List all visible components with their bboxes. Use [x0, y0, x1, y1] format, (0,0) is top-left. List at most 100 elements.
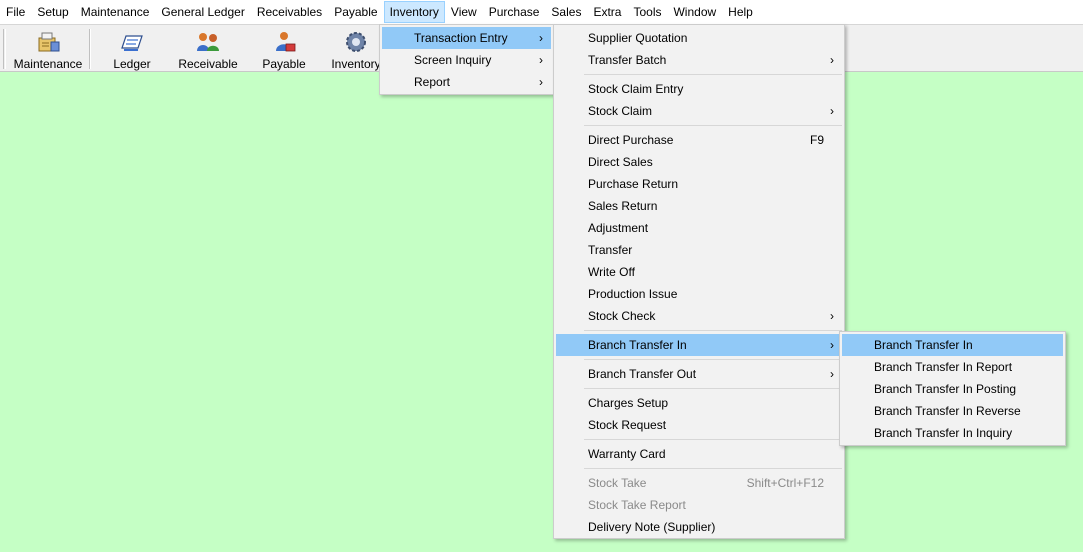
- menu-extra[interactable]: Extra: [587, 1, 627, 23]
- menu-item-transfer[interactable]: Transfer: [556, 239, 842, 261]
- menu-item-label: Sales Return: [588, 199, 658, 213]
- menu-item-branch-transfer-in-report[interactable]: Branch Transfer In Report: [842, 356, 1063, 378]
- toolbar-ledger-label: Ledger: [113, 57, 151, 71]
- toolbar-receivable-label: Receivable: [178, 57, 238, 71]
- toolbar-inventory-button[interactable]: Inventory: [328, 27, 384, 71]
- chevron-right-icon: ›: [830, 309, 834, 323]
- menu-item-stock-claim-entry[interactable]: Stock Claim Entry: [556, 78, 842, 100]
- menu-item-label: Charges Setup: [588, 396, 669, 410]
- menu-item-supplier-quotation[interactable]: Supplier Quotation: [556, 27, 842, 49]
- chevron-right-icon: ›: [539, 75, 543, 89]
- chevron-right-icon: ›: [830, 338, 834, 352]
- maintenance-icon: [38, 32, 60, 52]
- menu-item-label: Warranty Card: [588, 447, 666, 461]
- chevron-right-icon: ›: [830, 367, 834, 381]
- menu-item-label: Branch Transfer Out: [588, 367, 697, 381]
- menu-item-label: Supplier Quotation: [588, 31, 688, 45]
- menu-item-delivery-note-supplier[interactable]: Delivery Note (Supplier): [556, 516, 842, 538]
- menu-window[interactable]: Window: [667, 1, 722, 23]
- menu-item-production-issue[interactable]: Production Issue: [556, 283, 842, 305]
- menu-inventory[interactable]: Inventory: [383, 1, 445, 23]
- menu-item-sales-return[interactable]: Sales Return: [556, 195, 842, 217]
- menu-item-label: Transaction Entry: [414, 31, 508, 45]
- menu-item-label: Stock Take Report: [588, 498, 686, 512]
- menu-separator: [584, 125, 842, 126]
- menu-item-branch-transfer-in-entry[interactable]: Branch Transfer In: [842, 334, 1063, 356]
- menu-maintenance[interactable]: Maintenance: [75, 1, 156, 23]
- toolbar-receivable-button[interactable]: Receivable: [174, 27, 242, 71]
- menu-item-label: Branch Transfer In Inquiry: [874, 426, 1013, 440]
- menu-sales[interactable]: Sales: [545, 1, 587, 23]
- menu-item-purchase-return[interactable]: Purchase Return: [556, 173, 842, 195]
- menu-item-branch-transfer-out[interactable]: Branch Transfer Out ›: [556, 363, 842, 385]
- menu-separator: [584, 439, 842, 440]
- menu-separator: [584, 468, 842, 469]
- menu-tools[interactable]: Tools: [627, 1, 667, 23]
- menu-item-warranty-card[interactable]: Warranty Card: [556, 443, 842, 465]
- menu-item-branch-transfer-in[interactable]: Branch Transfer In ›: [556, 334, 842, 356]
- menu-item-label: Branch Transfer In Posting: [874, 382, 1017, 396]
- ledger-icon: [121, 35, 143, 51]
- menu-item-label: Direct Sales: [588, 155, 653, 169]
- toolbar-maintenance-button[interactable]: Maintenance: [10, 27, 86, 71]
- menu-file[interactable]: File: [0, 1, 31, 23]
- menu-item-report[interactable]: Report ›: [382, 71, 551, 93]
- menu-purchase[interactable]: Purchase: [483, 1, 546, 23]
- menu-item-branch-transfer-in-posting[interactable]: Branch Transfer In Posting: [842, 378, 1063, 400]
- menu-item-direct-purchase[interactable]: Direct Purchase F9: [556, 129, 842, 151]
- menu-item-adjustment[interactable]: Adjustment: [556, 217, 842, 239]
- chevron-right-icon: ›: [830, 53, 834, 67]
- menu-item-label: Transfer Batch: [588, 53, 667, 67]
- menu-item-stock-take[interactable]: Stock Take Shift+Ctrl+F12: [556, 472, 842, 494]
- menu-item-stock-take-report[interactable]: Stock Take Report: [556, 494, 842, 516]
- toolbar-grip[interactable]: [3, 29, 6, 69]
- chevron-right-icon: ›: [830, 104, 834, 118]
- chevron-right-icon: ›: [539, 53, 543, 67]
- toolbar-maintenance-label: Maintenance: [13, 57, 83, 71]
- menu-item-stock-request[interactable]: Stock Request: [556, 414, 842, 436]
- shortcut-label: F9: [809, 133, 824, 147]
- menu-item-label: Stock Claim: [588, 104, 653, 118]
- menu-item-label: Write Off: [588, 265, 635, 279]
- menu-item-write-off[interactable]: Write Off: [556, 261, 842, 283]
- menu-item-stock-check[interactable]: Stock Check ›: [556, 305, 842, 327]
- chevron-right-icon: ›: [539, 31, 543, 45]
- toolbar-inventory-label: Inventory: [331, 57, 381, 71]
- menu-item-label: Delivery Note (Supplier): [588, 520, 716, 534]
- shortcut-label: Shift+Ctrl+F12: [746, 476, 824, 490]
- menu-receivables[interactable]: Receivables: [251, 1, 328, 23]
- menu-separator: [584, 330, 842, 331]
- menu-item-label: Stock Check: [588, 309, 656, 323]
- menu-item-label: Transfer: [588, 243, 633, 257]
- menu-help[interactable]: Help: [722, 1, 759, 23]
- menu-payable[interactable]: Payable: [328, 1, 383, 23]
- menu-item-label: Adjustment: [588, 221, 649, 235]
- transaction-entry-menu: Supplier Quotation Transfer Batch › Stoc…: [553, 24, 845, 539]
- menu-item-direct-sales[interactable]: Direct Sales: [556, 151, 842, 173]
- menu-item-label: Stock Request: [588, 418, 667, 432]
- payable-icon: [276, 32, 296, 52]
- menu-view[interactable]: View: [445, 1, 483, 23]
- inventory-gear-icon: [346, 32, 366, 52]
- menu-setup[interactable]: Setup: [31, 1, 74, 23]
- menu-item-label: Stock Take: [588, 476, 647, 490]
- menu-general-ledger[interactable]: General Ledger: [155, 1, 250, 23]
- toolbar-payable-button[interactable]: Payable: [254, 27, 314, 71]
- menu-item-branch-transfer-in-reverse[interactable]: Branch Transfer In Reverse: [842, 400, 1063, 422]
- menu-separator: [584, 74, 842, 75]
- menu-item-label: Production Issue: [588, 287, 678, 301]
- menu-item-label: Direct Purchase: [588, 133, 674, 147]
- toolbar-ledger-button[interactable]: Ledger: [102, 27, 162, 71]
- menu-item-label: Report: [414, 75, 451, 89]
- menu-item-label: Screen Inquiry: [414, 53, 492, 67]
- menu-item-charges-setup[interactable]: Charges Setup: [556, 392, 842, 414]
- menu-item-transaction-entry[interactable]: Transaction Entry ›: [382, 27, 551, 49]
- menu-separator: [584, 388, 842, 389]
- menu-item-transfer-batch[interactable]: Transfer Batch ›: [556, 49, 842, 71]
- menu-item-label: Branch Transfer In: [588, 338, 687, 352]
- menu-item-branch-transfer-in-inquiry[interactable]: Branch Transfer In Inquiry: [842, 422, 1063, 444]
- menu-bar: File Setup Maintenance General Ledger Re…: [0, 0, 1083, 24]
- menu-item-screen-inquiry[interactable]: Screen Inquiry ›: [382, 49, 551, 71]
- menu-item-stock-claim[interactable]: Stock Claim ›: [556, 100, 842, 122]
- toolbar-separator: [89, 29, 91, 69]
